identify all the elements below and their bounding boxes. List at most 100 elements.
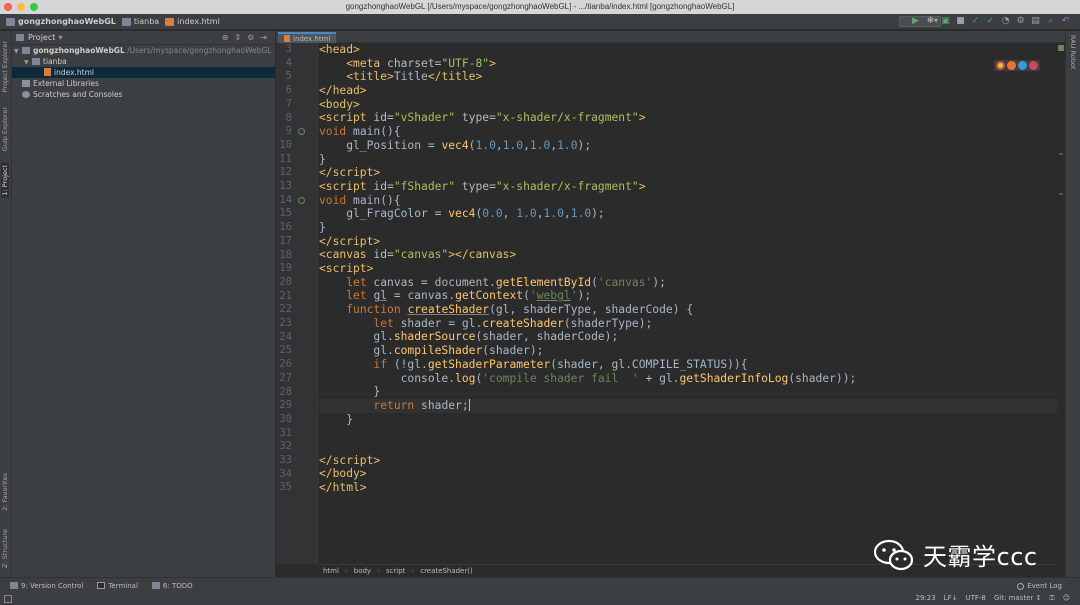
settings-icon[interactable]: ⚙ [1016, 16, 1025, 26]
code-line[interactable]: function createShader(gl, shaderType, sh… [319, 303, 1057, 317]
stripe-marker[interactable] [1059, 193, 1063, 195]
collapse-icon[interactable]: ⇕ [234, 33, 241, 42]
breadcrumb-item[interactable]: body [354, 567, 371, 575]
hide-icon[interactable]: ⇥ [260, 33, 267, 42]
code-line[interactable]: </body> [319, 467, 1057, 481]
search-icon[interactable]: ⌕ [1046, 16, 1055, 26]
opera-icon[interactable] [1029, 61, 1038, 70]
gutter-marker-icon[interactable] [298, 128, 305, 136]
editor-gutter[interactable]: 3 4 5 6 7 8 9 10 11 12 13 14 15 16 17 18 19 20 21 22 23 24 25 2… [276, 43, 318, 564]
nav-crumb-project[interactable]: gongzhonghaoWebGL [6, 17, 116, 26]
stripe-marker[interactable] [1059, 153, 1063, 155]
toolwindow-label: Event Log [1027, 582, 1062, 590]
safari-icon[interactable] [1018, 61, 1027, 70]
tree-item-external-libraries[interactable]: External Libraries [12, 78, 275, 89]
toolwindow-todo[interactable]: 6: TODO [151, 582, 193, 590]
line-number: 21 [279, 289, 292, 302]
tab-favorites[interactable]: 2: Favorites [1, 471, 9, 513]
line-number: 30 [279, 412, 292, 425]
code-editor[interactable]: <head> <meta charset="UTF-8"> <title>Tit… [319, 43, 1057, 564]
code-line[interactable]: <head> [319, 43, 1057, 57]
revert-icon[interactable]: ↶ [1061, 16, 1070, 26]
line-separator[interactable]: LF↓ [944, 594, 958, 603]
debug-icon[interactable]: ✱ [926, 16, 935, 26]
editor-error-stripe[interactable] [1057, 43, 1065, 564]
code-line[interactable]: </head> [319, 84, 1057, 98]
code-line[interactable]: <canvas id="canvas"></canvas> [319, 248, 1057, 262]
breadcrumb-item[interactable]: createShader() [420, 567, 472, 575]
toolwindow-event-log[interactable]: Event Log [1017, 582, 1062, 590]
nav-crumb-file[interactable]: index.html [165, 17, 220, 26]
toggle-tool-windows-icon[interactable] [4, 595, 12, 603]
code-line[interactable]: <meta charset="UTF-8"> [319, 57, 1057, 71]
code-line[interactable]: let canvas = document.getElementById('ca… [319, 276, 1057, 290]
tree-item-project-root[interactable]: ▼ gongzhonghaoWebGL /Users/myspace/gongzh… [12, 45, 275, 56]
code-line[interactable]: </script> [319, 235, 1057, 249]
code-line[interactable]: </script> [319, 166, 1057, 180]
breadcrumb-item[interactable]: html [323, 567, 339, 575]
project-view-select[interactable]: Project [28, 33, 55, 42]
code-line[interactable]: let gl = canvas.getContext('webgl'); [319, 289, 1057, 303]
code-line[interactable]: void main(){ [319, 194, 1057, 208]
editor-tab-index-html[interactable]: index.html [278, 32, 337, 43]
tab-gulp-explorer[interactable]: Gulp Explorer [1, 105, 9, 153]
tab-structure[interactable]: Z: Structure [1, 527, 9, 570]
code-line[interactable]: gl_Position = vec4(1.0,1.0,1.0,1.0); [319, 139, 1057, 153]
code-line[interactable]: </html> [319, 481, 1057, 495]
project-structure-icon[interactable]: ▤ [1031, 16, 1040, 26]
breadcrumb-item[interactable]: script [386, 567, 406, 575]
line-number: 25 [279, 344, 292, 357]
code-line[interactable] [319, 426, 1057, 440]
line-number: 24 [279, 330, 292, 343]
code-line[interactable]: <script id="fShader" type="x-shader/x-fr… [319, 180, 1057, 194]
tree-item-tianba[interactable]: ▼ tianba [12, 56, 275, 67]
hector-icon[interactable]: ☺ [1063, 594, 1070, 603]
vcs-commit-icon[interactable]: ✓ [986, 16, 995, 26]
toolwindow-label: Terminal [108, 581, 138, 590]
nav-crumb-label: index.html [177, 17, 220, 26]
code-line[interactable]: return shader; [319, 398, 1057, 413]
toolwindow-version-control[interactable]: 9: Version Control [10, 582, 83, 590]
tree-item-scratches[interactable]: Scratches and Consoles [12, 89, 275, 100]
coverage-icon[interactable]: ▣ [941, 16, 950, 26]
code-line[interactable]: console.log('compile shader fail ' + gl.… [319, 372, 1057, 386]
tab-project[interactable]: 1: Project [1, 163, 9, 198]
run-icon[interactable]: ▶ [911, 16, 920, 26]
code-line[interactable]: gl_FragColor = vec4(0.0, 1.0,1.0,1.0); [319, 207, 1057, 221]
code-line[interactable]: let shader = gl.createShader(shaderType)… [319, 317, 1057, 331]
code-line[interactable] [319, 440, 1057, 454]
chevron-down-icon[interactable]: ▾ [58, 33, 62, 42]
code-line[interactable]: } [319, 153, 1057, 167]
code-line[interactable]: <script> [319, 262, 1057, 276]
vcs-history-icon[interactable]: ◔ [1001, 16, 1010, 26]
firefox-icon[interactable] [1007, 61, 1016, 70]
code-line[interactable]: void main(){ [319, 125, 1057, 139]
git-branch[interactable]: Git: master ↕ [994, 594, 1041, 603]
tab-rau-robot[interactable]: RAU Robot [1069, 35, 1077, 69]
line-number: 8 [285, 111, 292, 124]
code-line[interactable]: if (!gl.getShaderParameter(shader, gl.CO… [319, 358, 1057, 372]
code-line[interactable]: } [319, 221, 1057, 235]
code-line[interactable]: <title>Title</title> [319, 70, 1057, 84]
gear-icon[interactable]: ⚙ [247, 33, 254, 42]
code-line[interactable]: gl.shaderSource(shader, shaderCode); [319, 330, 1057, 344]
chrome-icon[interactable] [996, 61, 1005, 70]
code-line[interactable]: } [319, 385, 1057, 399]
file-encoding[interactable]: UTF-8 [965, 594, 985, 603]
sync-icon[interactable]: ⊕ [222, 33, 229, 42]
code-line[interactable]: </script> [319, 454, 1057, 468]
gutter-marker-icon[interactable] [298, 196, 305, 204]
lock-icon[interactable]: ⚿ [1049, 594, 1054, 603]
code-line[interactable]: } [319, 413, 1057, 427]
nav-crumb-folder[interactable]: tianba [121, 17, 159, 26]
tree-item-index-html[interactable]: index.html [12, 67, 275, 78]
code-line[interactable]: <script id="vShader" type="x-shader/x-fr… [319, 111, 1057, 125]
toolwindow-terminal[interactable]: Terminal [97, 582, 138, 590]
caret-position[interactable]: 29:23 [915, 594, 935, 603]
code-line[interactable]: gl.compileShader(shader); [319, 344, 1057, 358]
terminal-icon [97, 582, 106, 589]
stop-icon[interactable]: ■ [956, 16, 965, 26]
vcs-update-icon[interactable]: ✓ [971, 16, 980, 26]
tab-project-explorer[interactable]: Project Explorer [1, 39, 9, 94]
code-line[interactable]: <body> [319, 98, 1057, 112]
